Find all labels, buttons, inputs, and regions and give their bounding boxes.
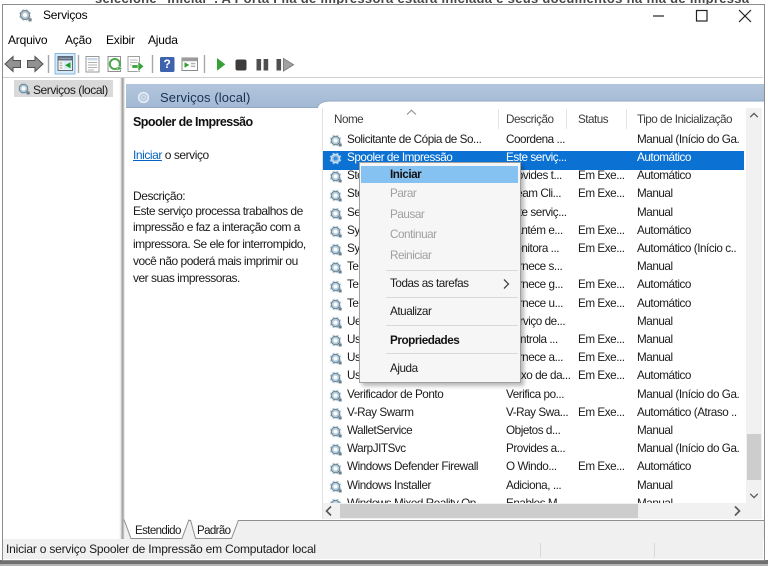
svg-text:?: ? — [164, 57, 171, 71]
